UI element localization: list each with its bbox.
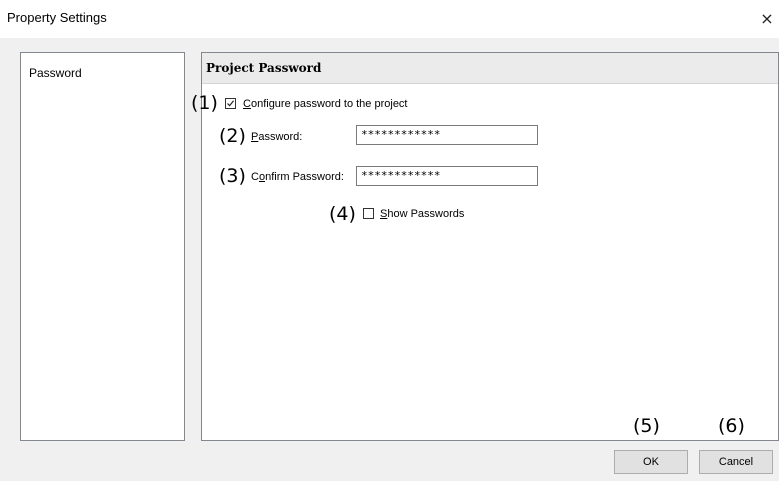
password-label-text: assword: [258,131,303,143]
title-bar: Property Settings × [0,0,779,38]
confirm-password-label-text: nfirm Password: [265,171,344,183]
password-label: Password: [251,131,302,143]
callout-5: (5) [633,415,660,437]
show-passwords-text: how Passwords [387,208,465,220]
ok-button[interactable]: OK [614,450,688,474]
panel-header: Project Password [202,53,778,84]
configure-password-accel: C [243,98,251,110]
configure-password-text: onfigure password to the project [250,98,408,110]
window-title: Property Settings [7,10,107,25]
close-icon[interactable]: × [756,8,778,30]
settings-panel: Project Password [201,52,779,441]
configure-password-checkbox[interactable] [225,98,236,109]
configure-password-label[interactable]: Configure password to the project [243,98,408,110]
category-list: Password [20,52,185,441]
confirm-password-input[interactable]: ************ [356,166,538,186]
checkmark-icon [227,100,235,107]
callout-6: (6) [718,415,745,437]
password-input[interactable]: ************ [356,125,538,145]
cancel-button[interactable]: Cancel [699,450,773,474]
callout-2: (2) [219,125,246,147]
show-passwords-checkbox[interactable] [363,208,374,219]
category-item-password[interactable]: Password [29,66,82,80]
confirm-password-pre: C [251,171,259,183]
panel-header-title: Project Password [206,61,322,75]
callout-1: (1) [191,92,218,114]
confirm-password-label: Confirm Password: [251,171,344,183]
show-passwords-label[interactable]: Show Passwords [380,208,464,220]
callout-3: (3) [219,165,246,187]
callout-4: (4) [329,203,356,225]
